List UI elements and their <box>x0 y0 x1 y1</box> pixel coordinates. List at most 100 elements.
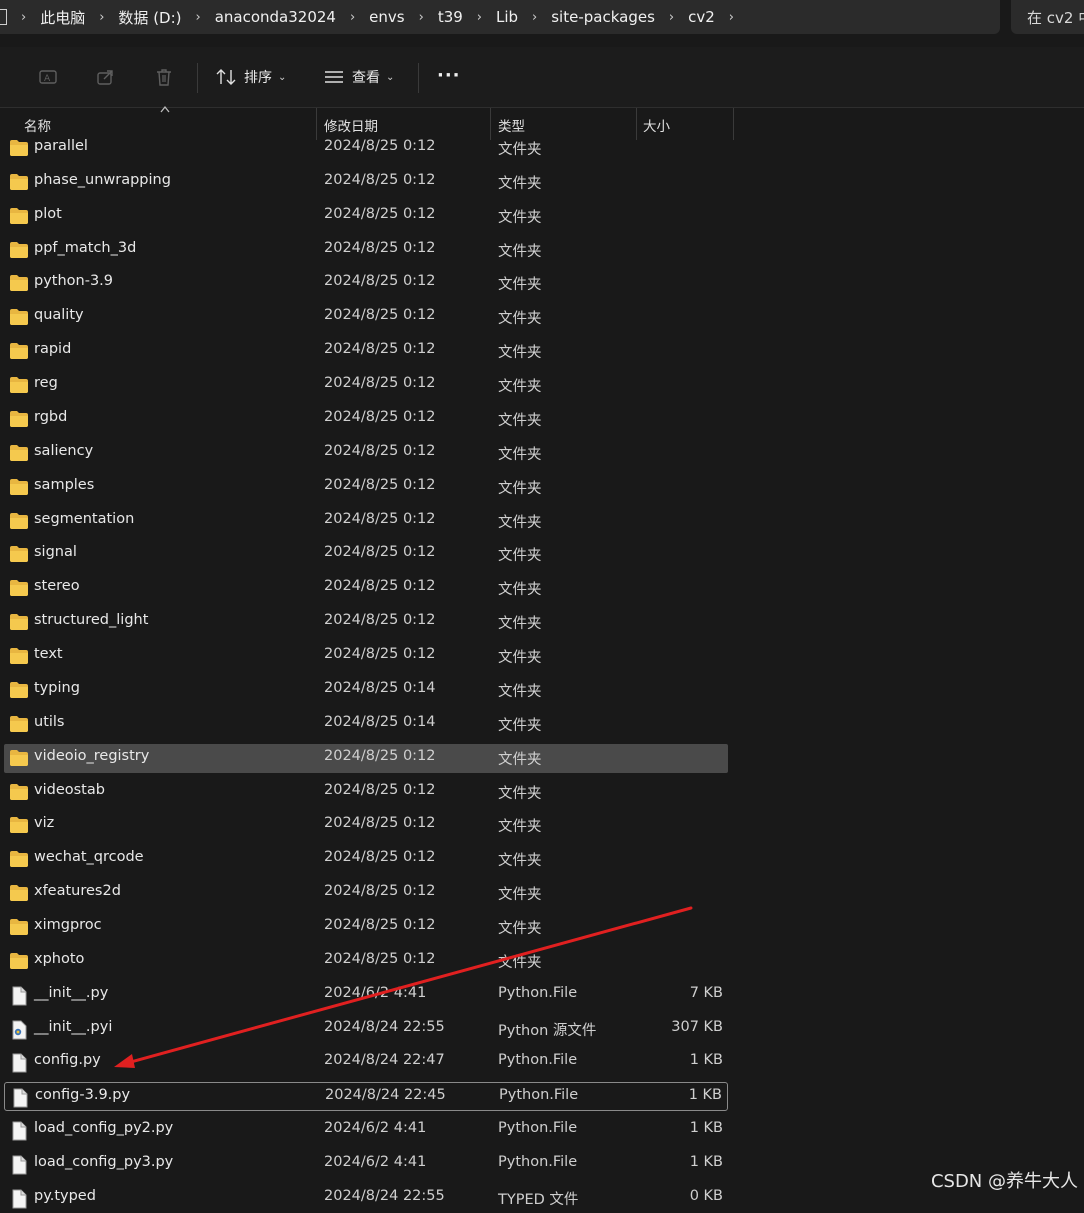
file-name: ximgproc <box>34 917 102 933</box>
file-row[interactable]: __init__.py 2024/6/2 4:41 Python.File 7 KB <box>4 981 728 1010</box>
file-row[interactable]: structured_light 2024/8/25 0:12 文件夹 <box>4 608 728 637</box>
chevron-right-icon[interactable]: › <box>419 10 424 25</box>
folder-icon <box>9 816 29 834</box>
column-divider[interactable] <box>733 108 734 140</box>
file-type: 文件夹 <box>498 209 542 226</box>
file-row[interactable]: videostab 2024/8/25 0:12 文件夹 <box>4 778 728 807</box>
folder-icon <box>9 444 29 462</box>
folder-icon <box>9 749 29 767</box>
file-row[interactable]: samples 2024/8/25 0:12 文件夹 <box>4 473 728 502</box>
file-name: viz <box>34 815 55 832</box>
column-name-header[interactable]: 名称 <box>24 115 51 135</box>
file-row[interactable]: segmentation 2024/8/25 0:12 文件夹 <box>4 507 728 536</box>
file-type: 文件夹 <box>498 887 542 904</box>
chevron-right-icon[interactable]: › <box>99 10 104 25</box>
file-row[interactable]: stereo 2024/8/25 0:12 文件夹 <box>4 574 728 603</box>
column-type-header[interactable]: 类型 <box>498 115 525 135</box>
file-row[interactable]: config-3.9.py 2024/8/24 22:45 Python.File 1… <box>4 1082 728 1112</box>
file-row[interactable]: videoio_registry 2024/8/25 0:12 文件夹 <box>4 743 728 773</box>
breadcrumb[interactable]: › 此电脑 › 数据 (D:) › anaconda32024 › envs ›… <box>0 0 1000 34</box>
file-size: 1 KB <box>689 1120 723 1137</box>
file-date: 2024/8/25 0:12 <box>324 442 436 459</box>
file-type: Python.File <box>498 1154 578 1171</box>
share-icon[interactable] <box>96 67 116 87</box>
file-row[interactable]: plot 2024/8/25 0:12 文件夹 <box>4 202 728 231</box>
breadcrumb-item[interactable]: Lib <box>496 8 518 26</box>
breadcrumb-item[interactable]: 数据 (D:) <box>118 7 181 28</box>
view-button[interactable]: 查看 ⌄ <box>324 65 394 89</box>
file-row[interactable]: load_config_py3.py 2024/6/2 4:41 Python.Fi… <box>4 1150 728 1179</box>
folder-icon <box>9 952 29 970</box>
breadcrumb-item[interactable]: envs <box>369 8 404 26</box>
sort-up-icon <box>160 105 170 113</box>
file-row[interactable]: saliency 2024/8/25 0:12 文件夹 <box>4 439 728 468</box>
breadcrumb-item[interactable]: anaconda32024 <box>215 8 336 26</box>
file-row[interactable]: ppf_match_3d 2024/8/25 0:12 文件夹 <box>4 236 728 265</box>
breadcrumb-item[interactable]: site-packages <box>551 8 655 26</box>
file-row[interactable]: phase_unwrapping 2024/8/25 0:12 文件夹 <box>4 168 728 197</box>
sort-label: 排序 <box>244 70 272 86</box>
file-type: 文件夹 <box>498 480 542 497</box>
file-row[interactable]: typing 2024/8/25 0:14 文件夹 <box>4 676 728 705</box>
file-type: 文件夹 <box>498 751 542 768</box>
folder-icon <box>9 647 29 665</box>
more-options-button[interactable]: ··· <box>437 65 461 86</box>
rename-icon[interactable]: A <box>38 67 58 87</box>
chevron-right-icon[interactable]: › <box>350 10 355 25</box>
file-row[interactable]: rgbd 2024/8/25 0:12 文件夹 <box>4 405 728 434</box>
file-type: 文件夹 <box>498 277 542 294</box>
file-row[interactable]: load_config_py2.py 2024/6/2 4:41 Python.Fi… <box>4 1116 728 1145</box>
file-row[interactable]: quality 2024/8/25 0:12 文件夹 <box>4 303 728 332</box>
file-row[interactable]: config.py 2024/8/24 22:47 Python.File 1 KB <box>4 1048 728 1077</box>
search-placeholder: 在 cv2 中 <box>1027 8 1084 27</box>
file-date: 2024/8/25 0:12 <box>324 205 436 222</box>
delete-icon[interactable] <box>154 67 174 87</box>
file-date: 2024/8/25 0:12 <box>324 544 436 561</box>
file-type: 文件夹 <box>498 616 542 633</box>
file-row[interactable]: ximgproc 2024/8/25 0:12 文件夹 <box>4 913 728 942</box>
svg-text:A: A <box>44 74 51 84</box>
column-date-header[interactable]: 修改日期 <box>324 115 378 135</box>
file-row[interactable]: python-3.9 2024/8/25 0:12 文件夹 <box>4 269 728 298</box>
sort-button[interactable]: 排序 ⌄ <box>216 65 286 89</box>
file-row[interactable]: parallel 2024/8/25 0:12 文件夹 <box>4 134 728 163</box>
file-row[interactable]: py.typed 2024/8/24 22:55 TYPED 文件 0 KB <box>4 1184 728 1213</box>
file-date: 2024/8/25 0:12 <box>324 138 436 154</box>
file-row[interactable]: reg 2024/8/25 0:12 文件夹 <box>4 371 728 400</box>
file-name: ppf_match_3d <box>34 239 137 256</box>
folder-icon <box>9 308 29 326</box>
file-type: Python.File <box>498 1052 578 1069</box>
chevron-right-icon[interactable]: › <box>669 10 674 25</box>
breadcrumb-item[interactable]: 此电脑 <box>40 7 85 28</box>
search-input[interactable]: 在 cv2 中 <box>1011 0 1084 34</box>
file-row[interactable]: text 2024/8/25 0:12 文件夹 <box>4 642 728 671</box>
file-row[interactable]: __init__.pyi 2024/8/24 22:55 Python 源文件 307… <box>4 1015 728 1044</box>
folder-icon <box>9 207 29 225</box>
chevron-right-icon[interactable]: › <box>477 10 482 25</box>
file-row[interactable]: rapid 2024/8/25 0:12 文件夹 <box>4 337 728 366</box>
file-name: stereo <box>34 578 80 595</box>
chevron-down-icon: ⌄ <box>278 71 287 83</box>
file-type: 文件夹 <box>498 650 542 667</box>
chevron-right-icon[interactable]: › <box>196 10 201 25</box>
view-icon <box>325 71 343 83</box>
file-row[interactable]: xphoto 2024/8/25 0:12 文件夹 <box>4 947 728 976</box>
chevron-right-icon[interactable]: › <box>532 10 537 25</box>
file-row[interactable]: xfeatures2d 2024/8/25 0:12 文件夹 <box>4 879 728 908</box>
file-row[interactable]: viz 2024/8/25 0:12 文件夹 <box>4 811 728 840</box>
file-date: 2024/8/24 22:47 <box>324 1052 445 1069</box>
breadcrumb-item[interactable]: cv2 <box>688 8 715 26</box>
breadcrumb-item[interactable]: t39 <box>438 8 463 26</box>
file-date: 2024/8/25 0:12 <box>324 476 436 493</box>
file-name: structured_light <box>34 612 149 629</box>
file-row[interactable]: wechat_qrcode 2024/8/25 0:12 文件夹 <box>4 845 728 874</box>
file-date: 2024/6/2 4:41 <box>324 984 427 1001</box>
file-row[interactable]: utils 2024/8/25 0:14 文件夹 <box>4 710 728 739</box>
command-bar: A 排序 ⌄ 查看 ⌄ ··· <box>0 47 1084 108</box>
column-size-header[interactable]: 大小 <box>643 115 670 135</box>
file-row[interactable]: signal 2024/8/25 0:12 文件夹 <box>4 540 728 569</box>
file-name: xfeatures2d <box>34 883 121 900</box>
chevron-right-icon[interactable]: › <box>729 10 734 25</box>
file-name: phase_unwrapping <box>34 171 171 188</box>
chevron-right-icon[interactable]: › <box>21 10 26 25</box>
